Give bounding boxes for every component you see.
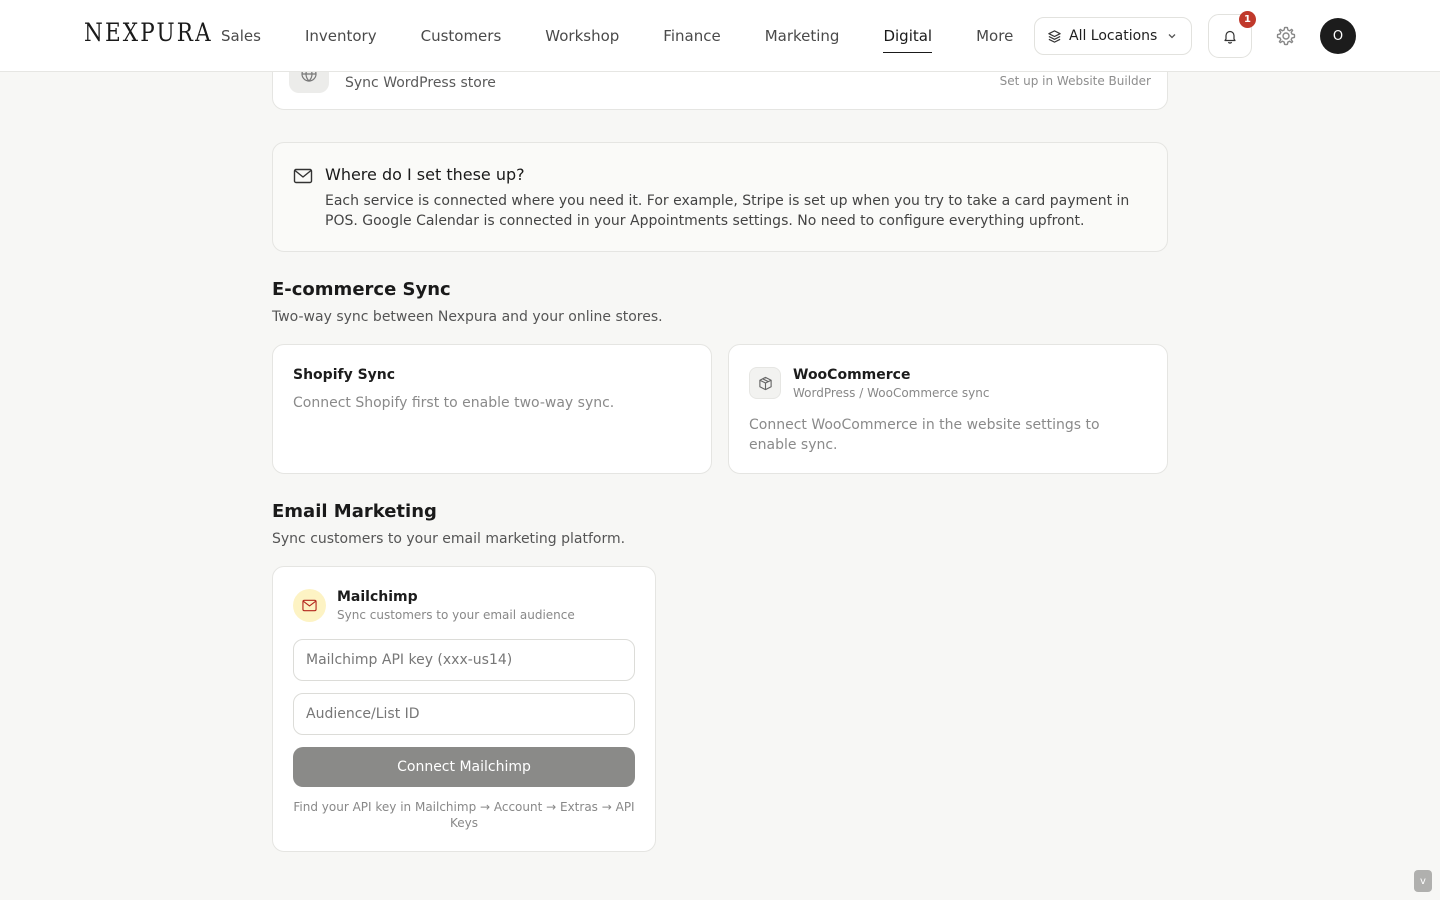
ecommerce-section-title: E-commerce Sync (272, 279, 451, 300)
layers-icon (1048, 29, 1061, 43)
mailchimp-list-id-input[interactable] (293, 693, 635, 735)
mailchimp-api-key-input[interactable] (293, 639, 635, 681)
location-selector-label: All Locations (1069, 28, 1158, 44)
woocommerce-title: WooCommerce (793, 367, 911, 383)
nav-item-finance[interactable]: Finance (663, 0, 720, 72)
notification-count-badge: 1 (1239, 11, 1256, 28)
main-nav: Sales Inventory Customers Workshop Finan… (221, 0, 1057, 72)
email-marketing-section-title: Email Marketing (272, 501, 437, 522)
bell-icon (1224, 30, 1236, 44)
email-marketing-section-subtitle: Sync customers to your email marketing p… (272, 531, 626, 547)
connect-mailchimp-button[interactable]: Connect Mailchimp (293, 747, 635, 787)
woocommerce-description: Connect WooCommerce in the website setti… (749, 417, 1100, 453)
package-icon (758, 376, 772, 390)
wordpress-subtitle: Sync WordPress store (345, 75, 496, 91)
mailchimp-icon-tile (293, 589, 326, 622)
mailchimp-help-text: Find your API key in Mailchimp → Account… (293, 800, 635, 830)
location-selector[interactable]: All Locations (1034, 17, 1192, 55)
shopify-sync-title: Shopify Sync (293, 367, 396, 383)
mailchimp-subtitle: Sync customers to your email audience (337, 608, 575, 622)
info-title: Where do I set these up? (325, 165, 525, 184)
ecommerce-section-subtitle: Two-way sync between Nexpura and your on… (272, 309, 663, 325)
nav-item-marketing[interactable]: Marketing (765, 0, 840, 72)
nav-item-inventory[interactable]: Inventory (305, 0, 377, 72)
shopify-sync-description: Connect Shopify first to enable two-way … (293, 395, 615, 411)
gear-icon[interactable] (1274, 24, 1298, 48)
nav-item-customers[interactable]: Customers (421, 0, 502, 72)
mail-icon (302, 599, 317, 612)
info-body: Each service is connected where you need… (325, 193, 1130, 229)
woocommerce-subtitle: WordPress / WooCommerce sync (793, 386, 990, 400)
top-nav-bar: NEXPURA Sales Inventory Customers Worksh… (0, 0, 1440, 72)
user-avatar[interactable]: O (1320, 18, 1356, 54)
setup-info-card: Where do I set these up? Each service is… (272, 142, 1168, 252)
mail-icon (293, 168, 313, 184)
mailchimp-card: Mailchimp Sync customers to your email a… (272, 566, 656, 852)
nav-item-digital[interactable]: Digital (883, 0, 932, 72)
woocommerce-icon-tile (749, 367, 781, 399)
mailchimp-title: Mailchimp (337, 589, 418, 605)
nav-item-sales[interactable]: Sales (221, 0, 261, 72)
website-builder-link[interactable]: Set up in Website Builder (1000, 74, 1151, 88)
nav-item-workshop[interactable]: Workshop (545, 0, 619, 72)
brand-logo[interactable]: NEXPURA (84, 18, 213, 47)
woocommerce-card: WooCommerce WordPress / WooCommerce sync… (728, 344, 1168, 474)
nav-item-more[interactable]: More (976, 0, 1013, 72)
shopify-sync-card: Shopify Sync Connect Shopify first to en… (272, 344, 712, 474)
chevron-down-icon (1168, 34, 1176, 39)
corner-toggle-button[interactable]: v (1414, 870, 1432, 892)
